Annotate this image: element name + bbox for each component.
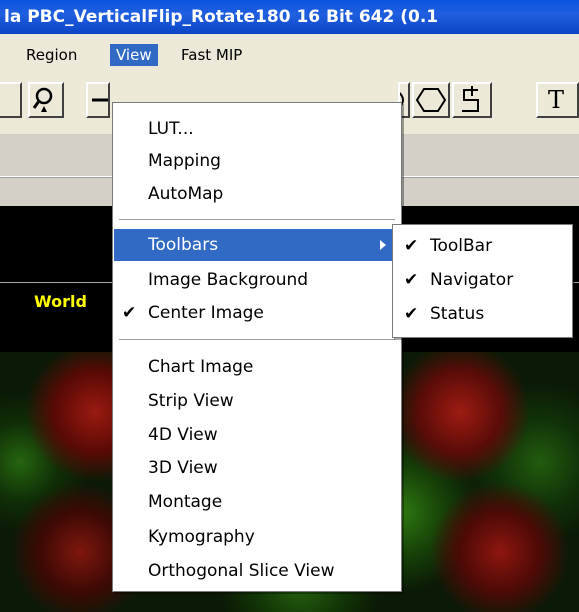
- magnifier-icon: [32, 87, 53, 112]
- menu-item-kymography[interactable]: Kymography: [114, 521, 400, 553]
- menu-item-mapping[interactable]: Mapping: [114, 145, 400, 177]
- menu-item-toolbars[interactable]: Toolbars: [114, 229, 400, 261]
- polygon-tool-button[interactable]: [412, 82, 450, 118]
- window-title: la PBC_VerticalFlip_Rotate180 16 Bit 642…: [4, 7, 439, 27]
- menu-view[interactable]: View: [110, 44, 158, 66]
- polygon-icon: [415, 88, 447, 112]
- menu-item-4d-view[interactable]: 4D View: [114, 419, 400, 451]
- world-label: World: [34, 292, 87, 311]
- checkmark-icon: ✔: [404, 236, 419, 256]
- checkmark-icon: ✔: [404, 304, 419, 324]
- menu-item-orthogonal-slice-view[interactable]: Orthogonal Slice View: [114, 555, 400, 587]
- menu-separator: [119, 219, 395, 221]
- menu-bar: Region View Fast MIP: [0, 34, 579, 75]
- menu-item-image-background[interactable]: Image Background: [114, 264, 400, 296]
- menu-item-chart-image[interactable]: Chart Image: [114, 351, 400, 383]
- menu-item-montage[interactable]: Montage: [114, 486, 400, 518]
- checkmark-icon: ✔: [404, 270, 419, 290]
- view-menu: LUT... Mapping AutoMap Toolbars Image Ba…: [112, 102, 402, 592]
- zoom-tool-button[interactable]: [28, 82, 64, 118]
- submenu-item-navigator[interactable]: ✔ Navigator: [394, 263, 571, 297]
- title-bar: la PBC_VerticalFlip_Rotate180 16 Bit 642…: [0, 0, 579, 34]
- menu-fast-mip[interactable]: Fast MIP: [175, 44, 248, 66]
- checkmark-icon: ✔: [122, 303, 137, 323]
- submenu-item-status[interactable]: ✔ Status: [394, 297, 571, 331]
- menu-separator: [119, 339, 395, 341]
- menu-item-3d-view[interactable]: 3D View: [114, 452, 400, 484]
- crosshair-icon: [92, 98, 108, 102]
- freehand-icon: [462, 86, 479, 112]
- toolbar-button-partial[interactable]: [0, 82, 22, 118]
- text-tool-label: T: [548, 86, 565, 114]
- toolbars-submenu: ✔ ToolBar ✔ Navigator ✔ Status: [392, 224, 573, 338]
- menu-item-center-image[interactable]: ✔ Center Image: [114, 297, 400, 329]
- freehand-tool-button[interactable]: [452, 82, 492, 118]
- menu-region[interactable]: Region: [20, 44, 83, 66]
- menu-item-automap[interactable]: AutoMap: [114, 178, 400, 210]
- pan-tool-button[interactable]: [86, 82, 110, 118]
- text-tool-button[interactable]: T: [536, 82, 579, 118]
- menu-item-lut[interactable]: LUT...: [114, 113, 400, 145]
- submenu-arrow-icon: [380, 240, 386, 250]
- submenu-item-toolbar[interactable]: ✔ ToolBar: [394, 229, 571, 263]
- menu-item-strip-view[interactable]: Strip View: [114, 385, 400, 417]
